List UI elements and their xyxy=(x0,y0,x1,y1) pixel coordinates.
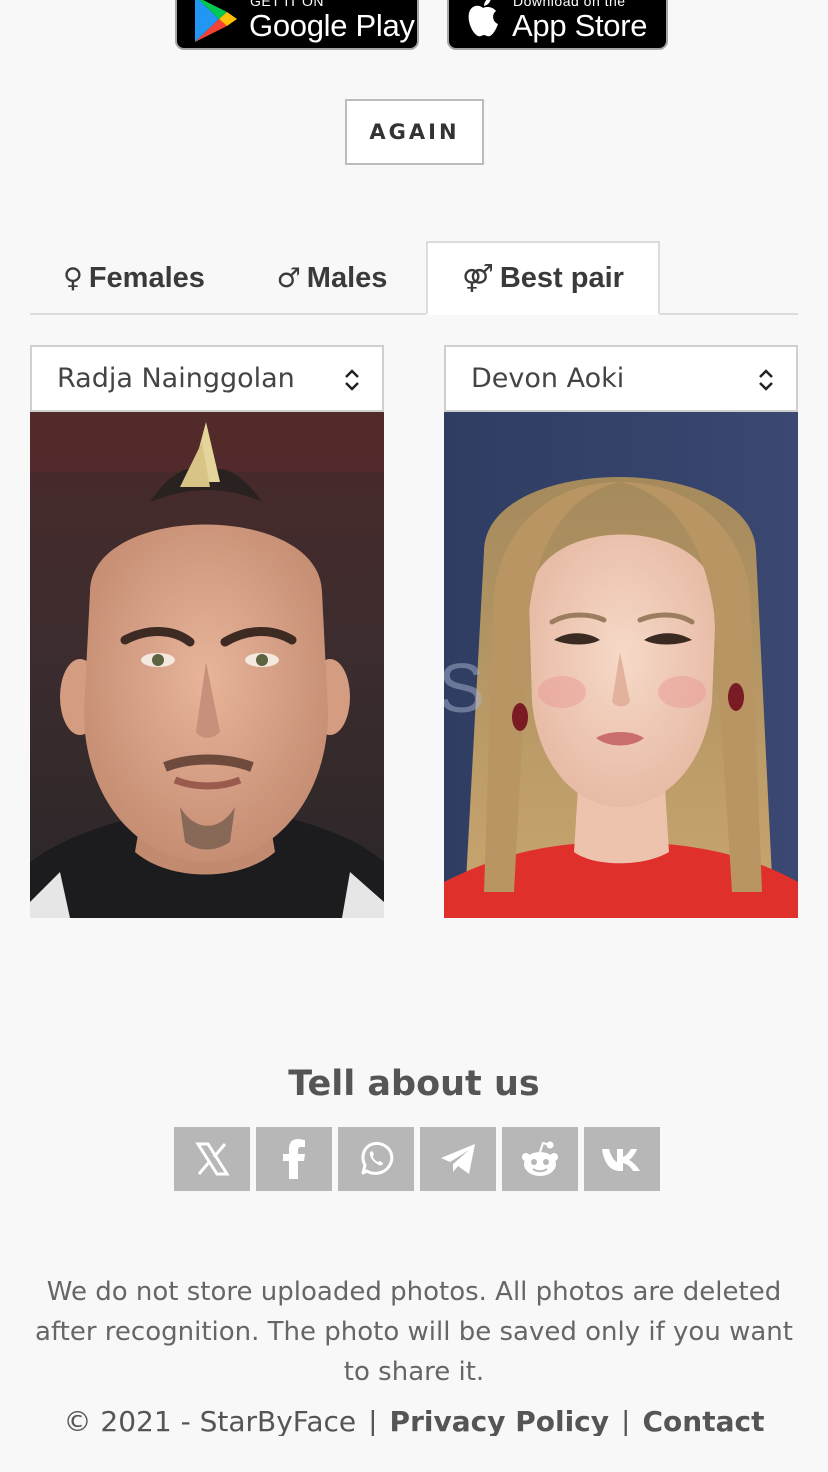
footer-divider: | xyxy=(368,1405,378,1436)
share-telegram-button[interactable] xyxy=(420,1127,496,1191)
facebook-icon xyxy=(283,1139,305,1179)
whatsapp-icon xyxy=(361,1141,394,1175)
telegram-icon xyxy=(441,1144,475,1174)
tab-females[interactable]: ♀ Females xyxy=(54,241,214,315)
share-reddit-button[interactable] xyxy=(502,1127,578,1191)
chevron-updown-icon xyxy=(345,369,359,391)
right-person-photo: S xyxy=(444,412,798,918)
right-person-select-value: Devon Aoki xyxy=(471,363,625,394)
gender-tabs: ♀ Females ♂ Males ⚤ Best pair xyxy=(30,241,798,315)
tab-best-pair[interactable]: ⚤ Best pair xyxy=(426,241,660,315)
app-store-badge[interactable]: Download on the App Store xyxy=(447,0,668,50)
reddit-icon xyxy=(522,1141,558,1176)
tab-males[interactable]: ♂ Males xyxy=(270,241,394,315)
vk-icon xyxy=(602,1149,640,1171)
again-button[interactable]: AGAIN xyxy=(345,99,484,165)
left-person-select-value: Radja Nainggolan xyxy=(57,363,295,394)
google-play-big-text: Google Play xyxy=(249,8,415,43)
copyright-text: © 2021 - StarByFace xyxy=(63,1405,357,1436)
left-person-select[interactable]: Radja Nainggolan xyxy=(30,345,384,412)
right-person-select[interactable]: Devon Aoki xyxy=(444,345,798,412)
left-person-photo xyxy=(30,412,384,918)
share-x-button[interactable] xyxy=(174,1127,250,1191)
share-facebook-button[interactable] xyxy=(256,1127,332,1191)
pair-icon: ⚤ xyxy=(462,262,494,294)
apple-icon xyxy=(468,0,498,37)
google-play-icon xyxy=(195,0,237,42)
tab-best-pair-label: Best pair xyxy=(499,261,624,294)
share-title: Tell about us xyxy=(288,1064,540,1104)
share-buttons xyxy=(174,1127,660,1191)
tab-females-label: Females xyxy=(88,261,205,294)
svg-text:S: S xyxy=(444,649,485,727)
footer: © 2021 - StarByFace | Privacy Policy | Conta… xyxy=(0,1400,828,1436)
contact-link[interactable]: Contact xyxy=(642,1405,764,1436)
privacy-policy-link[interactable]: Privacy Policy xyxy=(390,1405,609,1436)
footer-divider: | xyxy=(621,1405,631,1436)
bottom-safe-area xyxy=(0,1462,828,1472)
x-icon xyxy=(195,1142,230,1176)
google-play-badge[interactable]: GET IT ON Google Play xyxy=(175,0,419,50)
tab-males-label: Males xyxy=(306,261,388,294)
chevron-updown-icon xyxy=(759,369,773,391)
app-store-big-text: App Store xyxy=(512,8,648,43)
share-whatsapp-button[interactable] xyxy=(338,1127,414,1191)
privacy-notice: We do not store uploaded photos. All pho… xyxy=(35,1277,793,1387)
share-vk-button[interactable] xyxy=(584,1127,660,1191)
female-icon: ♀ xyxy=(63,262,83,294)
male-icon: ♂ xyxy=(276,262,301,294)
